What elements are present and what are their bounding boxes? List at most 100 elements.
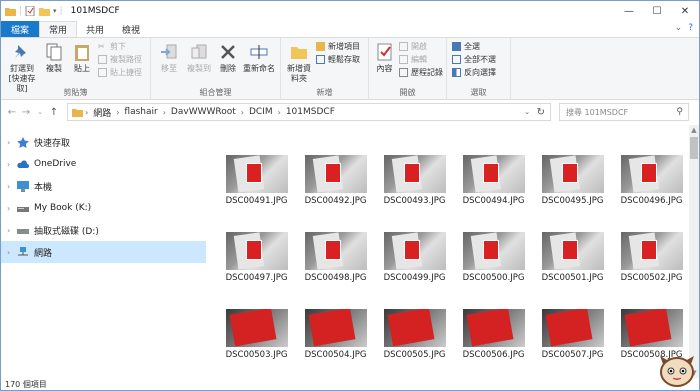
sidebar-item-network[interactable]: › 網路 xyxy=(1,241,206,263)
edit-button[interactable]: 編輯 xyxy=(399,53,443,65)
recent-chevron-icon[interactable]: ⌄ xyxy=(33,108,47,116)
breadcrumb-network[interactable]: 網路 xyxy=(93,106,111,119)
thumbnail-sd-card xyxy=(545,309,592,347)
file-thumbnail[interactable] xyxy=(541,155,604,193)
file-thumbnail[interactable] xyxy=(304,309,367,347)
help-icon[interactable]: ? xyxy=(688,23,693,33)
file-item[interactable]: DSC00494.JPG xyxy=(454,155,533,206)
cut-button[interactable]: ✂ 剪下 xyxy=(98,40,142,52)
address-path[interactable]: › 網路 › flashair › DavWWWRoot › DCIM › 10… xyxy=(67,103,551,121)
breadcrumb-flashair[interactable]: flashair xyxy=(124,107,157,117)
sidebar-item-onedrive[interactable]: › OneDrive xyxy=(1,153,206,175)
file-item[interactable]: DSC00504.JPG xyxy=(296,309,375,360)
search-input[interactable]: 搜尋 101MSDCF ⚲ xyxy=(559,103,689,121)
paste-shortcut-button[interactable]: 貼上捷徑 xyxy=(98,66,142,78)
new-item-button[interactable]: 新增項目 xyxy=(316,40,360,52)
file-item[interactable]: DSC00498.JPG xyxy=(296,232,375,283)
sidebar-item-my-book[interactable]: › My Book (K:) xyxy=(1,197,206,219)
file-item[interactable]: DSC00497.JPG xyxy=(217,232,296,283)
maximize-button[interactable]: ☐ xyxy=(643,1,671,21)
file-thumbnail[interactable] xyxy=(620,155,683,193)
back-arrow-icon[interactable]: ← xyxy=(5,107,19,118)
easy-access-button[interactable]: 輕鬆存取 xyxy=(316,53,360,65)
sidebar-item-this-pc[interactable]: › 本機 xyxy=(1,175,206,197)
breadcrumb-dcim[interactable]: DCIM xyxy=(249,107,273,117)
up-arrow-icon[interactable]: ↑ xyxy=(47,107,61,118)
file-item[interactable]: DSC00495.JPG xyxy=(533,155,612,206)
expand-chevron-icon[interactable]: › xyxy=(7,226,17,235)
file-thumbnail[interactable] xyxy=(383,232,446,270)
scrollbar-thumb[interactable] xyxy=(690,137,698,159)
file-item[interactable]: DSC00502.JPG xyxy=(612,232,689,283)
file-thumbnail[interactable] xyxy=(620,232,683,270)
file-item[interactable]: DSC00493.JPG xyxy=(375,155,454,206)
file-thumbnail[interactable] xyxy=(383,155,446,193)
file-item[interactable]: DSC00501.JPG xyxy=(533,232,612,283)
sidebar-item-quick-access[interactable]: › 快速存取 xyxy=(1,131,206,153)
invert-selection-icon xyxy=(452,67,461,77)
file-name: DSC00497.JPG xyxy=(225,273,288,283)
file-thumbnail[interactable] xyxy=(462,155,525,193)
chevron-down-icon[interactable]: ⌄ xyxy=(675,23,683,33)
new-folder-icon[interactable] xyxy=(39,6,51,16)
file-thumbnail[interactable] xyxy=(462,232,525,270)
expand-chevron-icon[interactable]: › xyxy=(7,204,17,213)
organize-group: 移至 複製到 刪除 重新命名 組合管理 xyxy=(151,38,281,100)
breadcrumb-101msdcf[interactable]: 101MSDCF xyxy=(286,107,335,117)
move-to-icon xyxy=(161,44,177,59)
minimize-button[interactable]: — xyxy=(615,1,643,21)
file-item[interactable]: DSC00499.JPG xyxy=(375,232,454,283)
breadcrumb-davwwwroot[interactable]: DavWWWRoot xyxy=(171,107,236,117)
file-item[interactable]: DSC00505.JPG xyxy=(375,309,454,360)
sidebar-item-removable-disk[interactable]: › 抽取式磁碟 (D:) xyxy=(1,219,206,241)
open-button[interactable]: 開啟 xyxy=(399,40,443,52)
tab-file[interactable]: 檔案 xyxy=(1,21,40,37)
select-group: 全選 全部不選 反向選擇 選取 xyxy=(447,38,511,100)
file-thumbnail[interactable] xyxy=(462,309,525,347)
qa-dropdown-icon[interactable]: ▾ xyxy=(53,7,57,15)
vertical-scrollbar[interactable]: ▲ ▼ xyxy=(689,125,699,378)
file-item[interactable]: DSC00500.JPG xyxy=(454,232,533,283)
file-thumbnail[interactable] xyxy=(304,155,367,193)
folder-icon[interactable] xyxy=(5,6,16,16)
file-name: DSC00504.JPG xyxy=(304,350,367,360)
select-all-button[interactable]: 全選 xyxy=(452,40,496,52)
properties-icon[interactable] xyxy=(25,6,36,16)
expand-chevron-icon[interactable]: › xyxy=(7,138,17,147)
tab-view[interactable]: 檢視 xyxy=(113,21,149,37)
copy-path-button[interactable]: 複製路徑 xyxy=(98,53,142,65)
history-button[interactable]: 歷程記錄 xyxy=(399,66,443,78)
file-item[interactable]: DSC00492.JPG xyxy=(296,155,375,206)
removable-drive-icon xyxy=(17,228,29,234)
forward-arrow-icon[interactable]: → xyxy=(19,107,33,118)
expand-chevron-icon[interactable]: › xyxy=(7,248,17,257)
file-item[interactable]: DSC00506.JPG xyxy=(454,309,533,360)
invert-selection-button[interactable]: 反向選擇 xyxy=(452,66,496,78)
file-thumbnail[interactable] xyxy=(620,309,683,347)
file-thumbnail[interactable] xyxy=(225,155,288,193)
file-item[interactable]: DSC00503.JPG xyxy=(217,309,296,360)
file-item[interactable]: DSC00496.JPG xyxy=(612,155,689,206)
file-thumbnail[interactable] xyxy=(541,232,604,270)
file-name: DSC00499.JPG xyxy=(383,273,446,283)
select-none-button[interactable]: 全部不選 xyxy=(452,53,496,65)
tab-home[interactable]: 常用 xyxy=(39,21,78,37)
select-all-icon xyxy=(452,41,461,51)
address-dropdown-icon[interactable]: ⌄ xyxy=(524,108,530,116)
refresh-icon[interactable]: ↻ xyxy=(537,107,545,118)
file-item[interactable]: DSC00508.JPG xyxy=(612,309,689,360)
scroll-up-icon[interactable]: ▲ xyxy=(689,126,699,134)
expand-chevron-icon[interactable]: › xyxy=(7,182,17,191)
expand-chevron-icon[interactable]: › xyxy=(7,160,17,169)
file-item[interactable]: DSC00491.JPG xyxy=(217,155,296,206)
file-thumbnail[interactable] xyxy=(541,309,604,347)
tab-share[interactable]: 共用 xyxy=(77,21,113,37)
close-button[interactable]: ✕ xyxy=(671,1,699,21)
clipboard-group-label: 剪貼簿 xyxy=(63,88,88,97)
file-thumbnail[interactable] xyxy=(383,309,446,347)
file-name: DSC00491.JPG xyxy=(225,196,288,206)
file-thumbnail[interactable] xyxy=(225,232,288,270)
file-thumbnail[interactable] xyxy=(304,232,367,270)
file-thumbnail[interactable] xyxy=(225,309,288,347)
file-item[interactable]: DSC00507.JPG xyxy=(533,309,612,360)
